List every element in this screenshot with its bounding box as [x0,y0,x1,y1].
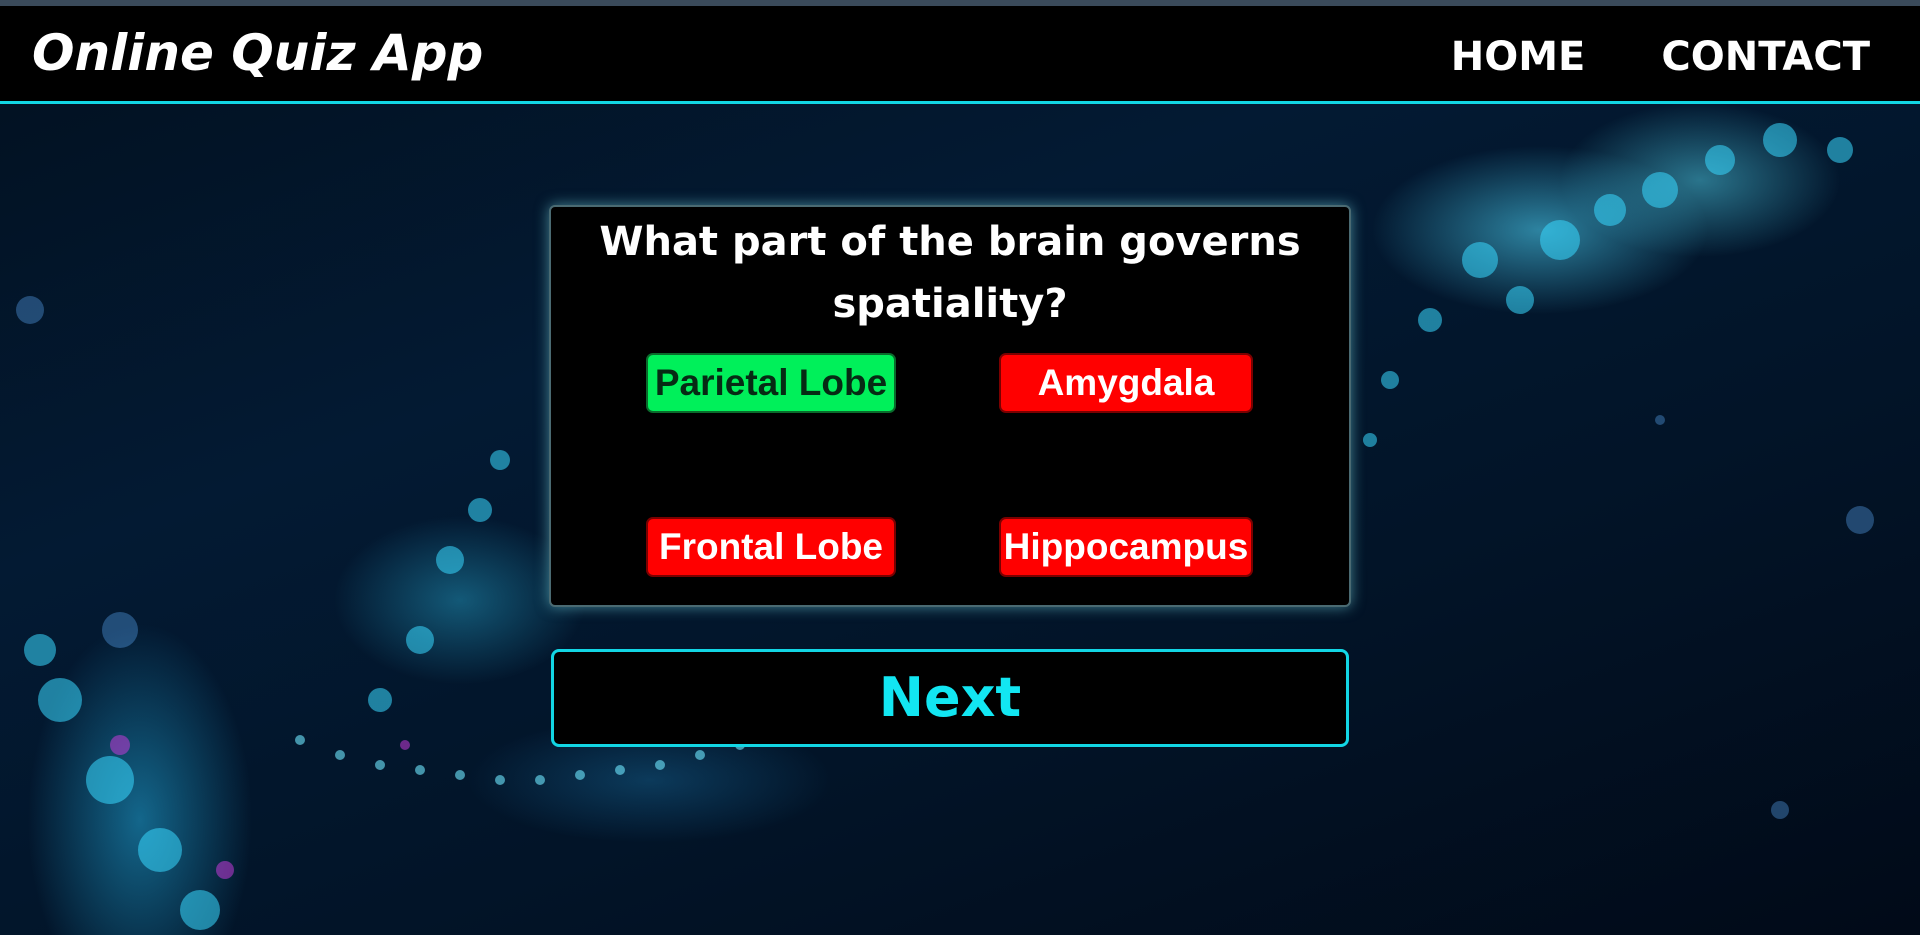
answer-option-parietal-lobe[interactable]: Parietal Lobe [646,353,896,413]
question-text: What part of the brain governs spatialit… [599,219,1301,327]
answer-option-hippocampus[interactable]: Hippocampus [999,517,1253,577]
quiz-panel: What part of the brain governs spatialit… [549,205,1351,607]
nav-contact-link[interactable]: CONTACT [1661,34,1870,80]
navbar: Online Quiz App HOME CONTACT [0,6,1920,104]
app-title: Online Quiz App [32,24,484,82]
answer-option-amygdala[interactable]: Amygdala [999,353,1253,413]
answer-option-frontal-lobe[interactable]: Frontal Lobe [646,517,896,577]
nav-home-link[interactable]: HOME [1451,34,1586,80]
nav-links: HOME CONTACT [1451,34,1870,80]
next-button[interactable]: Next [551,649,1349,747]
